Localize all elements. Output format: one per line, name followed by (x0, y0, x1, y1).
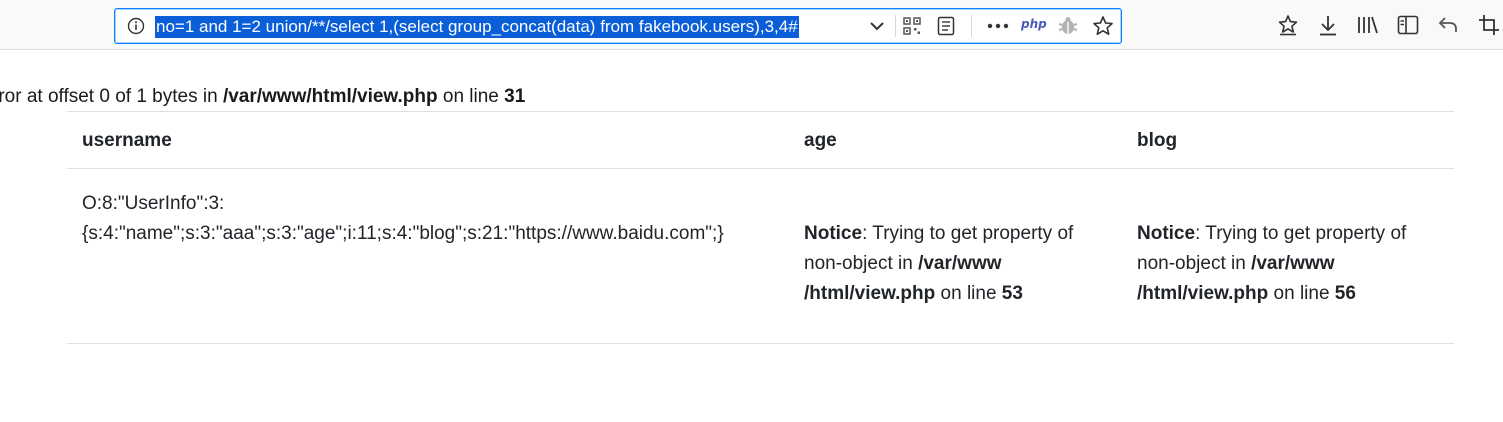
bookmarks-menu-icon[interactable] (1277, 14, 1299, 36)
url-selected-text[interactable]: no=1 and 1=2 union/**/select 1,(select g… (155, 16, 799, 38)
sidebar-icon[interactable] (1397, 15, 1419, 35)
download-icon[interactable] (1318, 14, 1338, 36)
username-line2: {s:4:"name";s:3:"aaa";s:3:"age";i:11;s:4… (82, 223, 724, 244)
table-header-row: username age blog (67, 111, 1454, 169)
notice-line-number: 56 (1334, 283, 1356, 304)
header-username: username (67, 111, 789, 169)
notice-path: /html/view.php (804, 283, 936, 304)
user-table: username age blog O:8:"UserInfo":3: {s:4:… (67, 111, 1454, 344)
qr-code-icon[interactable] (903, 17, 921, 35)
notice-line-number: 53 (1001, 283, 1023, 304)
error-message: rror at offset 0 of 1 bytes in /var/www/… (0, 86, 525, 108)
php-extension-icon[interactable]: php (1021, 17, 1047, 31)
header-age: age (789, 111, 1122, 169)
info-icon[interactable] (127, 17, 145, 35)
error-line-number: 31 (504, 86, 526, 107)
url-separator (895, 15, 896, 37)
star-icon[interactable] (1092, 15, 1114, 37)
notice-middle: on line (935, 283, 1002, 304)
table-row: O:8:"UserInfo":3: {s:4:"name";s:3:"aaa";s… (67, 168, 1454, 344)
error-middle: on line (437, 86, 505, 107)
error-path: /var/www/html/view.php (222, 86, 438, 107)
cell-blog: Notice: Trying to get property of non-ob… (1122, 168, 1454, 344)
bug-icon[interactable] (1057, 15, 1079, 37)
error-prefix: rror at offset 0 of 1 bytes in (0, 86, 223, 107)
crop-icon[interactable] (1478, 14, 1500, 36)
back-arrow-icon[interactable] (1437, 15, 1459, 35)
library-icon[interactable] (1356, 14, 1380, 36)
notice-path: /html/view.php (1137, 283, 1269, 304)
cell-username: O:8:"UserInfo":3: {s:4:"name";s:3:"aaa";s… (67, 168, 789, 344)
notice-path: /var/www (918, 253, 1002, 274)
url-bar[interactable]: no=1 and 1=2 union/**/select 1,(select g… (114, 8, 1122, 44)
browser-toolbar: no=1 and 1=2 union/**/select 1,(select g… (0, 0, 1503, 50)
notice-label: Notice (1137, 223, 1196, 244)
notice-label: Notice (804, 223, 863, 244)
header-blog: blog (1122, 111, 1454, 169)
username-line1: O:8:"UserInfo":3: (82, 193, 225, 214)
notice-middle: on line (1268, 283, 1335, 304)
reader-view-icon[interactable] (937, 16, 955, 36)
chevron-down-icon[interactable] (869, 19, 885, 33)
cell-age: Notice: Trying to get property of non-ob… (789, 168, 1122, 344)
notice-path: /var/www (1251, 253, 1335, 274)
user-table-wrapper: username age blog O:8:"UserInfo":3: {s:4:… (67, 111, 1454, 344)
more-actions-icon[interactable] (987, 22, 1009, 30)
url-separator (971, 15, 972, 37)
